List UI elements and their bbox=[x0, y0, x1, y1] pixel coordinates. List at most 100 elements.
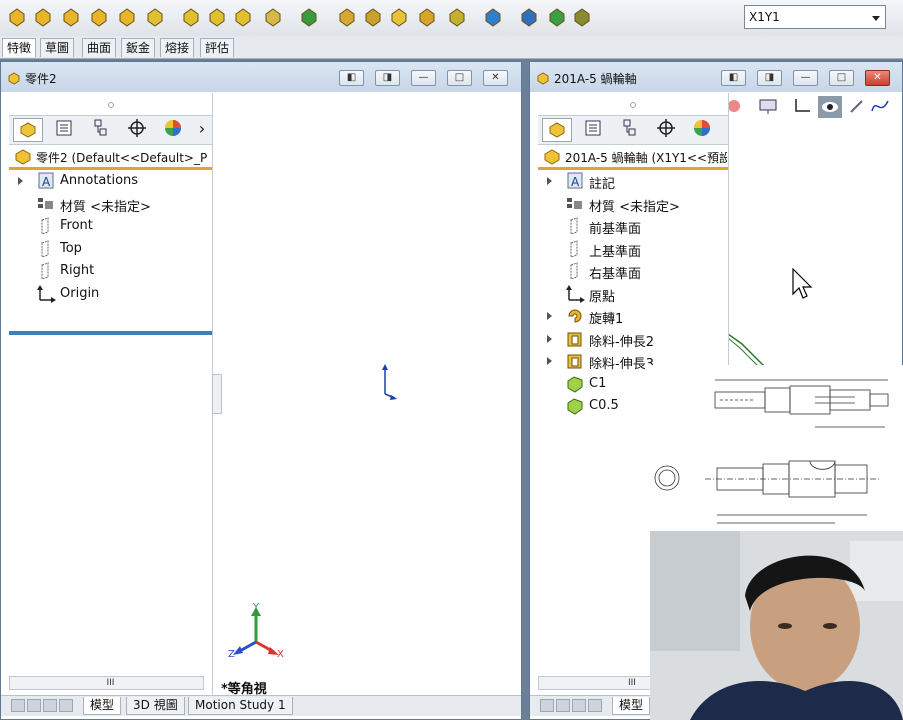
measure-icon[interactable] bbox=[571, 6, 593, 28]
model-edge-fragment bbox=[728, 333, 765, 367]
minimize-button[interactable]: — bbox=[411, 70, 436, 86]
section-view-icon[interactable] bbox=[792, 97, 812, 115]
hide-show-icon[interactable] bbox=[818, 96, 842, 118]
curves-icon[interactable] bbox=[518, 6, 540, 28]
tree-node[interactable]: 上基準面 bbox=[538, 238, 728, 260]
extruded-boss-icon[interactable] bbox=[6, 6, 28, 28]
close-button[interactable]: ✕ bbox=[483, 70, 508, 86]
lofted-boss-icon[interactable] bbox=[88, 6, 110, 28]
extruded-cut-icon[interactable] bbox=[144, 6, 166, 28]
expand-arrow-icon[interactable] bbox=[547, 334, 552, 343]
annotations-icon: A bbox=[36, 172, 56, 190]
tab-features[interactable]: 特徵 bbox=[2, 38, 37, 57]
prev-tab-button[interactable] bbox=[27, 699, 41, 712]
fillet-icon[interactable] bbox=[262, 6, 284, 28]
reference-geometry-icon[interactable] bbox=[482, 6, 504, 28]
tree-node[interactable]: 旋轉1 bbox=[538, 305, 728, 327]
tile-right-button[interactable]: ◨ bbox=[757, 70, 782, 86]
tab-motion-study-1[interactable]: Motion Study 1 bbox=[188, 697, 293, 715]
tree-node[interactable]: Top bbox=[9, 238, 212, 260]
tab-weldments[interactable]: 熔接 bbox=[160, 38, 195, 57]
last-tab-button[interactable] bbox=[588, 699, 602, 712]
rib-icon[interactable] bbox=[336, 6, 358, 28]
swept-cut-icon[interactable] bbox=[206, 6, 228, 28]
chevron-right-icon[interactable]: › bbox=[193, 118, 211, 142]
feature-manager-tab[interactable] bbox=[542, 118, 572, 142]
appearance-icon[interactable] bbox=[728, 97, 742, 115]
window-titlebar[interactable]: 201A-5 蝸輪軸 ◧ ◨ — □ ✕ bbox=[530, 62, 902, 92]
expand-arrow-icon[interactable] bbox=[547, 357, 552, 365]
origin-marker-icon bbox=[382, 364, 397, 400]
panel-grip[interactable] bbox=[107, 102, 114, 108]
tile-left-button[interactable]: ◧ bbox=[339, 70, 364, 86]
prev-tab-button[interactable] bbox=[556, 699, 570, 712]
tree-node[interactable]: 右基準面 bbox=[538, 260, 728, 282]
linear-pattern-icon[interactable] bbox=[298, 6, 320, 28]
tab-evaluate[interactable]: 評估 bbox=[200, 38, 235, 57]
tree-node[interactable]: 原點 bbox=[538, 283, 728, 305]
boundary-boss-icon[interactable] bbox=[116, 6, 138, 28]
swept-boss-icon[interactable] bbox=[60, 6, 82, 28]
display-style-icon[interactable] bbox=[758, 97, 780, 115]
next-tab-button[interactable] bbox=[572, 699, 586, 712]
tree-node[interactable]: Origin bbox=[9, 283, 212, 305]
tab-model[interactable]: 模型 bbox=[612, 697, 651, 715]
close-button[interactable]: ✕ bbox=[865, 70, 890, 86]
tree-node[interactable]: 前基準面 bbox=[538, 215, 728, 237]
shell-icon[interactable] bbox=[388, 6, 410, 28]
tree-node[interactable]: A Annotations bbox=[9, 170, 212, 192]
chevron-down-icon[interactable] bbox=[872, 16, 880, 21]
tree-node-label: 前基準面 bbox=[589, 222, 642, 237]
first-tab-button[interactable] bbox=[540, 699, 554, 712]
feature-manager-tab[interactable] bbox=[13, 118, 43, 142]
revolved-boss-icon[interactable] bbox=[32, 6, 54, 28]
tab-surfaces[interactable]: 曲面 bbox=[82, 38, 117, 57]
dimxpert-manager-tab[interactable] bbox=[122, 118, 152, 142]
display-manager-tab[interactable] bbox=[687, 118, 717, 142]
last-tab-button[interactable] bbox=[59, 699, 73, 712]
first-tab-button[interactable] bbox=[11, 699, 25, 712]
tile-left-button[interactable]: ◧ bbox=[721, 70, 746, 86]
tree-node[interactable]: A 註記 bbox=[538, 170, 728, 192]
tab-3d-views[interactable]: 3D 視圖 bbox=[126, 697, 185, 715]
revolved-cut-icon[interactable] bbox=[180, 6, 202, 28]
dimxpert-manager-tab[interactable] bbox=[651, 118, 681, 142]
instant3d-icon[interactable] bbox=[546, 6, 568, 28]
window-titlebar[interactable]: 零件2 ◧ ◨ — □ ✕ bbox=[1, 62, 521, 92]
tab-sheet-metal[interactable]: 鈑金 bbox=[121, 38, 156, 57]
horizontal-scrollbar[interactable]: III bbox=[9, 676, 204, 690]
tree-node[interactable]: Right bbox=[9, 260, 212, 282]
material-icon bbox=[565, 195, 585, 213]
expand-arrow-icon[interactable] bbox=[547, 177, 552, 185]
maximize-button[interactable]: □ bbox=[447, 70, 472, 86]
configuration-manager-tab[interactable] bbox=[86, 118, 116, 142]
tree-node[interactable]: 材質 <未指定> bbox=[9, 193, 212, 215]
curve-icon[interactable] bbox=[870, 97, 890, 115]
property-manager-tab[interactable] bbox=[49, 118, 79, 142]
edit-appearance-icon[interactable] bbox=[848, 97, 866, 115]
tree-node[interactable]: 除料-伸長2 bbox=[538, 328, 728, 350]
next-tab-button[interactable] bbox=[43, 699, 57, 712]
wrap-icon[interactable] bbox=[416, 6, 438, 28]
tab-model[interactable]: 模型 bbox=[83, 697, 122, 715]
feature-tree-root[interactable]: 零件2 (Default<<Default>_P bbox=[9, 145, 212, 170]
display-manager-tab[interactable] bbox=[158, 118, 188, 142]
tree-node[interactable]: 材質 <未指定> bbox=[538, 193, 728, 215]
panel-grip[interactable] bbox=[630, 102, 636, 108]
tree-node[interactable]: Front bbox=[9, 215, 212, 237]
tile-right-button[interactable]: ◨ bbox=[375, 70, 400, 86]
intersect-icon[interactable] bbox=[446, 6, 468, 28]
minimize-button[interactable]: — bbox=[793, 70, 818, 86]
draft-icon[interactable] bbox=[362, 6, 384, 28]
configuration-manager-tab[interactable] bbox=[615, 118, 645, 142]
configuration-select[interactable]: X1Y1 bbox=[744, 5, 886, 29]
expand-arrow-icon[interactable] bbox=[547, 312, 552, 320]
lofted-cut-icon[interactable] bbox=[232, 6, 254, 28]
panel-splitter[interactable] bbox=[212, 374, 222, 414]
feature-tree-root[interactable]: 201A-5 蝸輪軸 (X1Y1<<預設 bbox=[538, 145, 728, 170]
tab-sketch[interactable]: 草圖 bbox=[40, 38, 75, 57]
property-manager-tab[interactable] bbox=[578, 118, 608, 142]
maximize-button[interactable]: □ bbox=[829, 70, 854, 86]
expand-arrow-icon[interactable] bbox=[18, 177, 23, 185]
bottom-tab-strip: 模型 3D 視圖 Motion Study 1 bbox=[1, 695, 521, 716]
